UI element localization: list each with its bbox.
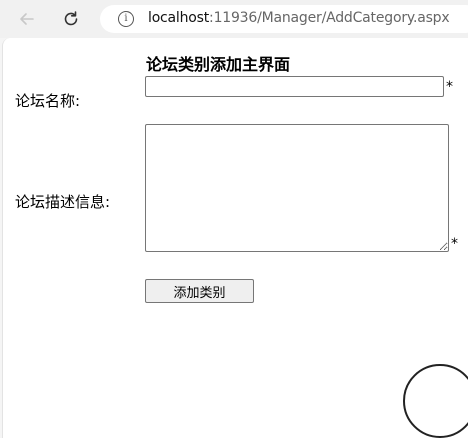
forum-name-label: 论坛名称:: [15, 92, 81, 110]
back-button[interactable]: [14, 6, 40, 32]
browser-toolbar: i localhost:11936/Manager/AddCategory.as…: [0, 0, 468, 38]
page-content: 论坛类别添加主界面 论坛名称: * 论坛描述信息: * 添加类别: [2, 38, 468, 438]
url-host: localhost: [148, 10, 210, 26]
url-text[interactable]: localhost:11936/Manager/AddCategory.aspx: [148, 10, 450, 26]
reload-icon: [64, 11, 78, 26]
arrow-left-icon: [20, 13, 34, 25]
info-icon[interactable]: i: [118, 11, 134, 27]
required-mark-name: *: [446, 79, 453, 95]
touch-cursor-indicator: [403, 364, 468, 438]
address-bar[interactable]: i localhost:11936/Manager/AddCategory.as…: [100, 5, 468, 33]
forum-description-textarea[interactable]: [145, 124, 449, 252]
forum-name-input[interactable]: [145, 76, 444, 97]
required-mark-description: *: [451, 236, 458, 252]
url-path: :11936/Manager/AddCategory.aspx: [209, 10, 450, 26]
forum-description-label: 论坛描述信息:: [15, 193, 111, 211]
reload-button[interactable]: [58, 6, 84, 32]
add-category-button[interactable]: 添加类别: [145, 279, 254, 303]
page-title: 论坛类别添加主界面: [146, 55, 291, 74]
